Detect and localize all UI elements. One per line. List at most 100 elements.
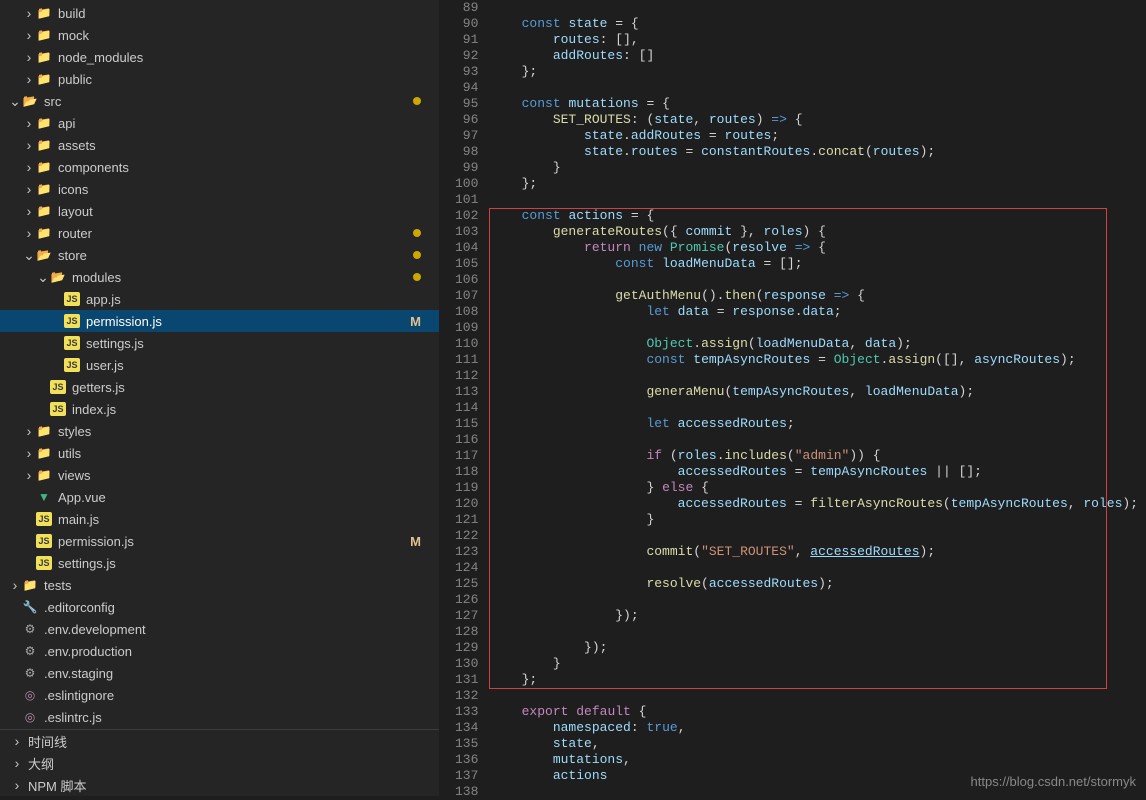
code-line[interactable]: [490, 560, 1138, 576]
tree-item-app-js[interactable]: ›JSapp.js: [0, 288, 439, 310]
tree-item-settings-js[interactable]: ›JSsettings.js: [0, 332, 439, 354]
chevron-right-icon[interactable]: ›: [22, 160, 36, 174]
tree-item-public[interactable]: ›📁public: [0, 68, 439, 90]
code-line[interactable]: namespaced: true,: [490, 720, 1138, 736]
chevron-right-icon[interactable]: ›: [22, 138, 36, 152]
tree-item-App-vue[interactable]: ›▼App.vue: [0, 486, 439, 508]
code-line[interactable]: [490, 0, 1138, 16]
code-line[interactable]: generateRoutes({ commit }, roles) {: [490, 224, 1138, 240]
chevron-right-icon[interactable]: ›: [8, 578, 22, 592]
tree-item-getters-js[interactable]: ›JSgetters.js: [0, 376, 439, 398]
code-line[interactable]: [490, 368, 1138, 384]
tree-item--editorconfig[interactable]: ›🔧.editorconfig: [0, 596, 439, 618]
tree-item-index-js[interactable]: ›JSindex.js: [0, 398, 439, 420]
chevron-right-icon[interactable]: ›: [22, 446, 36, 460]
chevron-down-icon[interactable]: ⌄: [8, 94, 22, 108]
tree-item--env-staging[interactable]: ›⚙.env.staging: [0, 662, 439, 684]
panel-npm-scripts[interactable]: ›NPM 脚本: [0, 774, 439, 796]
tree-item-styles[interactable]: ›📁styles: [0, 420, 439, 442]
chevron-right-icon[interactable]: ›: [22, 72, 36, 86]
chevron-right-icon[interactable]: ›: [22, 50, 36, 64]
chevron-right-icon[interactable]: ›: [22, 226, 36, 240]
code-line[interactable]: [490, 784, 1138, 800]
chevron-down-icon[interactable]: ⌄: [36, 270, 50, 284]
code-line[interactable]: [490, 432, 1138, 448]
code-line[interactable]: Object.assign(loadMenuData, data);: [490, 336, 1138, 352]
tree-item-components[interactable]: ›📁components: [0, 156, 439, 178]
code-line[interactable]: let data = response.data;: [490, 304, 1138, 320]
code-line[interactable]: export default {: [490, 704, 1138, 720]
chevron-down-icon[interactable]: ⌄: [22, 248, 36, 262]
code-line[interactable]: routes: [],: [490, 32, 1138, 48]
chevron-right-icon[interactable]: ›: [22, 468, 36, 482]
tree-item-permission-js[interactable]: ›JSpermission.jsM: [0, 530, 439, 552]
code-line[interactable]: state.addRoutes = routes;: [490, 128, 1138, 144]
code-line[interactable]: [490, 320, 1138, 336]
chevron-right-icon[interactable]: ›: [22, 182, 36, 196]
code-line[interactable]: SET_ROUTES: (state, routes) => {: [490, 112, 1138, 128]
code-line[interactable]: [490, 592, 1138, 608]
panel-outline[interactable]: ›大纲: [0, 752, 439, 774]
code-editor[interactable]: 8990919293949596979899100101102103104105…: [439, 0, 1146, 796]
code-line[interactable]: const loadMenuData = [];: [490, 256, 1138, 272]
code-line[interactable]: }: [490, 656, 1138, 672]
tree-item-settings-js[interactable]: ›JSsettings.js: [0, 552, 439, 574]
code-line[interactable]: return new Promise(resolve => {: [490, 240, 1138, 256]
chevron-right-icon[interactable]: ›: [22, 6, 36, 20]
code-line[interactable]: state,: [490, 736, 1138, 752]
tree-item-src[interactable]: ⌄📂src: [0, 90, 439, 112]
code-line[interactable]: const mutations = {: [490, 96, 1138, 112]
code-line[interactable]: [490, 624, 1138, 640]
tree-item-modules[interactable]: ⌄📂modules: [0, 266, 439, 288]
code-line[interactable]: accessedRoutes = tempAsyncRoutes || [];: [490, 464, 1138, 480]
code-area[interactable]: const state = { routes: [], addRoutes: […: [490, 0, 1146, 796]
code-line[interactable]: [490, 192, 1138, 208]
panel-timeline[interactable]: ›时间线: [0, 730, 439, 752]
code-line[interactable]: resolve(accessedRoutes);: [490, 576, 1138, 592]
tree-item--eslintrc-js[interactable]: ›◎.eslintrc.js: [0, 706, 439, 728]
tree-item-views[interactable]: ›📁views: [0, 464, 439, 486]
tree-item-icons[interactable]: ›📁icons: [0, 178, 439, 200]
code-line[interactable]: };: [490, 672, 1138, 688]
chevron-right-icon[interactable]: ›: [22, 116, 36, 130]
chevron-right-icon[interactable]: ›: [22, 424, 36, 438]
tree-item-mock[interactable]: ›📁mock: [0, 24, 439, 46]
code-line[interactable]: }: [490, 160, 1138, 176]
code-line[interactable]: const tempAsyncRoutes = Object.assign([]…: [490, 352, 1138, 368]
code-line[interactable]: [490, 400, 1138, 416]
code-line[interactable]: [490, 528, 1138, 544]
tree-item-main-js[interactable]: ›JSmain.js: [0, 508, 439, 530]
code-line[interactable]: });: [490, 608, 1138, 624]
tree-item--env-production[interactable]: ›⚙.env.production: [0, 640, 439, 662]
code-line[interactable]: }: [490, 512, 1138, 528]
chevron-right-icon[interactable]: ›: [22, 204, 36, 218]
tree-item--env-development[interactable]: ›⚙.env.development: [0, 618, 439, 640]
code-line[interactable]: mutations,: [490, 752, 1138, 768]
code-line[interactable]: accessedRoutes = filterAsyncRoutes(tempA…: [490, 496, 1138, 512]
code-line[interactable]: if (roles.includes("admin")) {: [490, 448, 1138, 464]
code-line[interactable]: getAuthMenu().then(response => {: [490, 288, 1138, 304]
tree-item-node_modules[interactable]: ›📁node_modules: [0, 46, 439, 68]
tree-item-assets[interactable]: ›📁assets: [0, 134, 439, 156]
tree-item-utils[interactable]: ›📁utils: [0, 442, 439, 464]
code-line[interactable]: const state = {: [490, 16, 1138, 32]
code-line[interactable]: commit("SET_ROUTES", accessedRoutes);: [490, 544, 1138, 560]
tree-item-user-js[interactable]: ›JSuser.js: [0, 354, 439, 376]
code-line[interactable]: };: [490, 64, 1138, 80]
code-line[interactable]: generaMenu(tempAsyncRoutes, loadMenuData…: [490, 384, 1138, 400]
file-tree[interactable]: ›📁build›📁mock›📁node_modules›📁public⌄📂src…: [0, 0, 439, 729]
code-line[interactable]: [490, 80, 1138, 96]
chevron-right-icon[interactable]: ›: [22, 28, 36, 42]
code-line[interactable]: };: [490, 176, 1138, 192]
code-line[interactable]: } else {: [490, 480, 1138, 496]
tree-item-tests[interactable]: ›📁tests: [0, 574, 439, 596]
tree-item-api[interactable]: ›📁api: [0, 112, 439, 134]
code-line[interactable]: [490, 688, 1138, 704]
code-line[interactable]: let accessedRoutes;: [490, 416, 1138, 432]
code-line[interactable]: [490, 272, 1138, 288]
tree-item--eslintignore[interactable]: ›◎.eslintignore: [0, 684, 439, 706]
tree-item-build[interactable]: ›📁build: [0, 2, 439, 24]
code-line[interactable]: state.routes = constantRoutes.concat(rou…: [490, 144, 1138, 160]
code-line[interactable]: addRoutes: []: [490, 48, 1138, 64]
tree-item-layout[interactable]: ›📁layout: [0, 200, 439, 222]
